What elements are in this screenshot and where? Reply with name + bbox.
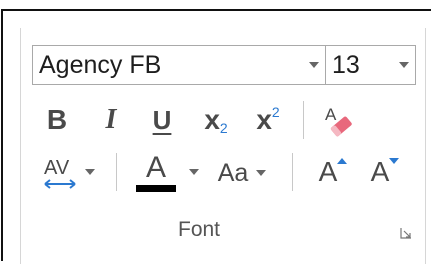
change-case-button[interactable]: Aa bbox=[210, 152, 274, 194]
grow-font-button[interactable]: A bbox=[306, 150, 350, 194]
character-spacing-icon: AV bbox=[44, 157, 76, 189]
caret-down-icon bbox=[389, 158, 400, 164]
row2-separator-2 bbox=[292, 153, 293, 191]
shrink-font-icon: A bbox=[370, 156, 400, 188]
grow-font-icon: A bbox=[318, 156, 348, 188]
font-color-button[interactable]: A bbox=[128, 148, 206, 196]
bold-icon: B bbox=[46, 104, 68, 135]
shrink-font-letter: A bbox=[370, 156, 390, 187]
font-name-value: Agency FB bbox=[39, 50, 162, 79]
chevron-down-icon bbox=[189, 169, 199, 175]
character-spacing-button[interactable]: AV bbox=[36, 150, 100, 194]
chevron-down-icon bbox=[85, 169, 95, 175]
font-size-value: 13 bbox=[332, 50, 360, 79]
subscript-mark: 2 bbox=[219, 120, 228, 136]
superscript-icon: x 2 bbox=[256, 104, 279, 136]
underline-button[interactable]: U bbox=[145, 100, 179, 140]
superscript-mark: 2 bbox=[271, 104, 280, 120]
underline-icon: U bbox=[152, 104, 172, 135]
font-color-swatch bbox=[136, 184, 176, 192]
spacing-label: AV bbox=[44, 157, 70, 179]
subscript-button[interactable]: x 2 bbox=[196, 100, 236, 140]
group-left-divider bbox=[20, 28, 21, 264]
dialog-launcher-icon bbox=[400, 228, 411, 239]
grow-font-letter: A bbox=[318, 156, 338, 187]
eraser-icon: A bbox=[325, 105, 352, 137]
group-label: Font bbox=[178, 218, 221, 241]
change-case-icon: Aa bbox=[217, 158, 249, 187]
font-name-combobox[interactable]: Agency FB bbox=[32, 45, 326, 85]
chevron-down-icon[interactable] bbox=[393, 62, 415, 68]
font-color-icon: A bbox=[135, 150, 177, 192]
font-size-combobox[interactable]: 13 bbox=[325, 45, 416, 85]
subscript-base: x bbox=[204, 104, 220, 135]
group-right-divider bbox=[425, 28, 426, 264]
subscript-icon: x 2 bbox=[204, 104, 227, 136]
font-color-letter: A bbox=[145, 150, 166, 184]
caret-up-icon bbox=[337, 158, 348, 164]
shrink-font-button[interactable]: A bbox=[358, 150, 402, 194]
row1-separator bbox=[303, 101, 304, 139]
clear-formatting-button[interactable]: A bbox=[318, 98, 360, 142]
row2-separator-1 bbox=[116, 153, 117, 191]
superscript-button[interactable]: x 2 bbox=[248, 100, 288, 140]
superscript-base: x bbox=[256, 104, 272, 135]
bold-button[interactable]: B bbox=[40, 100, 74, 140]
chevron-down-icon bbox=[256, 170, 267, 176]
italic-button[interactable]: I bbox=[94, 100, 128, 140]
dialog-launcher-button[interactable] bbox=[400, 226, 412, 244]
svg-text:A: A bbox=[325, 105, 337, 124]
chevron-down-icon[interactable] bbox=[303, 62, 325, 68]
italic-icon: I bbox=[105, 104, 117, 135]
